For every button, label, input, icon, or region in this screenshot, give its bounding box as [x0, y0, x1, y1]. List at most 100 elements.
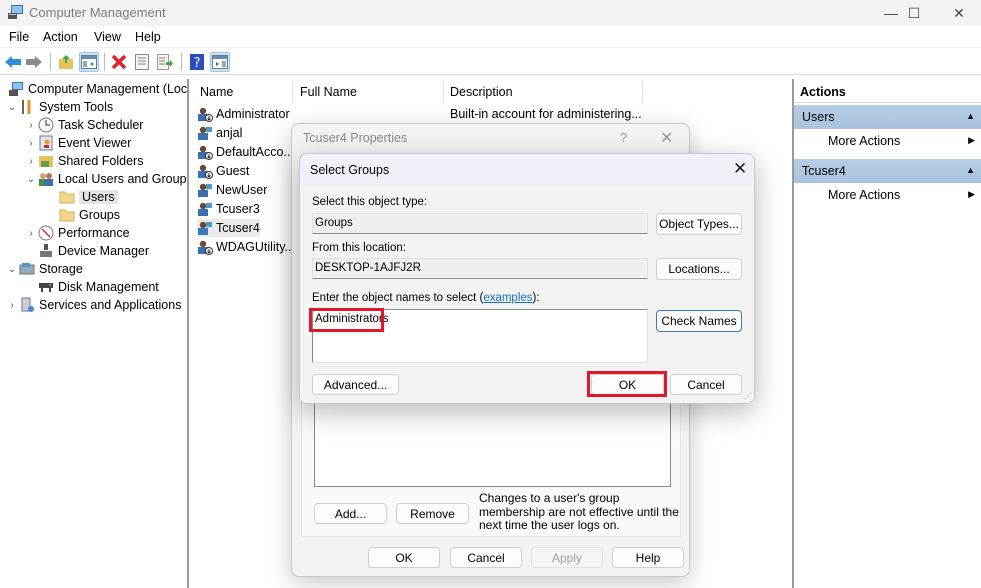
computer-management-icon — [9, 82, 23, 96]
computer-management-icon — [8, 5, 23, 19]
tree-item-device-manager[interactable]: Device Manager — [38, 242, 149, 260]
up-one-level-button[interactable] — [56, 52, 76, 72]
menu-action[interactable]: Action — [43, 30, 78, 44]
export-list-button[interactable] — [155, 52, 175, 72]
chevron-right-icon[interactable]: › — [5, 300, 19, 311]
column-divider[interactable] — [642, 81, 643, 103]
tree-item-storage[interactable]: ⌄ Storage — [5, 260, 83, 278]
advanced-button[interactable]: Advanced... — [312, 374, 399, 395]
cancel-button[interactable]: Cancel — [450, 547, 522, 568]
menu-file[interactable]: File — [9, 30, 29, 44]
tree-item-shared-folders[interactable]: › Shared Folders — [24, 152, 143, 170]
table-row[interactable]: DefaultAcco... — [197, 143, 294, 161]
task-scheduler-icon — [38, 117, 54, 133]
show-hide-console-tree-button[interactable] — [79, 52, 99, 72]
tree-item-task-scheduler[interactable]: › Task Scheduler — [24, 116, 143, 134]
show-hide-action-pane-button[interactable] — [210, 52, 230, 72]
tree-item-disk-management[interactable]: Disk Management — [38, 278, 159, 296]
forward-arrow-icon — [26, 56, 42, 68]
forward-button[interactable] — [24, 52, 44, 72]
column-header-name[interactable]: Name — [200, 85, 233, 99]
help-button[interactable]: Help — [612, 547, 684, 568]
apply-button[interactable]: Apply — [531, 547, 603, 568]
delete-button[interactable] — [109, 52, 129, 72]
tree-item-groups[interactable]: Groups — [59, 206, 120, 224]
help-button[interactable]: ? — [187, 52, 207, 72]
membership-note: Changes to a user's group membership are… — [479, 491, 679, 532]
tree-item-computer-management[interactable]: Computer Management (Local — [8, 80, 187, 98]
cancel-button[interactable]: Cancel — [670, 374, 742, 395]
performance-icon — [38, 225, 54, 241]
disk-management-icon — [39, 283, 53, 292]
close-button[interactable]: ✕ — [936, 0, 981, 26]
column-divider[interactable] — [443, 81, 444, 103]
maximize-button[interactable]: ☐ — [891, 0, 937, 26]
ok-button[interactable]: OK — [368, 547, 440, 568]
table-row[interactable]: anjal — [197, 124, 242, 142]
close-icon[interactable]: ✕ — [733, 159, 747, 179]
user-name: WDAGUtility... — [216, 240, 295, 254]
tree-item-services-applications[interactable]: › Services and Applications — [5, 296, 181, 314]
chevron-right-icon[interactable]: › — [24, 138, 38, 149]
folder-icon — [59, 191, 75, 204]
chevron-down-icon[interactable]: ⌄ — [24, 174, 38, 185]
table-row[interactable]: Guest — [197, 162, 249, 180]
member-of-list[interactable] — [314, 394, 671, 487]
add-button[interactable]: Add... — [314, 503, 387, 524]
highlight-box — [587, 371, 667, 397]
chevron-right-icon[interactable]: › — [24, 120, 38, 131]
actions-group-users[interactable]: Users ▲ — [794, 105, 981, 129]
check-names-button[interactable]: Check Names — [656, 310, 742, 332]
device-manager-icon — [40, 244, 52, 257]
maximize-icon: ☐ — [907, 4, 921, 21]
column-header-full-name[interactable]: Full Name — [300, 85, 357, 99]
action-more-actions-tcuser4[interactable]: More Actions ▶ — [794, 183, 981, 207]
properties-button[interactable] — [132, 52, 152, 72]
action-more-actions-users[interactable]: More Actions ▶ — [794, 129, 981, 153]
chevron-down-icon[interactable]: ⌄ — [5, 264, 19, 275]
tree-label: Performance — [58, 226, 130, 240]
tree-label: Groups — [79, 208, 120, 222]
toolbar-separator — [104, 53, 105, 71]
actions-group-title: Users — [802, 110, 835, 124]
tree-item-users[interactable]: Users — [59, 188, 118, 206]
table-row[interactable]: Tcuser4 — [197, 219, 260, 237]
collapse-up-icon[interactable]: ▲ — [966, 111, 975, 121]
menu-view[interactable]: View — [94, 30, 121, 44]
collapse-up-icon[interactable]: ▲ — [966, 165, 975, 175]
console-tree: Computer Management (Local ⌄ System Tool… — [0, 79, 189, 588]
local-users-groups-icon — [39, 173, 53, 186]
back-arrow-icon — [5, 56, 21, 68]
examples-link[interactable]: examples — [483, 292, 532, 304]
object-types-button[interactable]: Object Types... — [656, 213, 742, 235]
table-row[interactable]: NewUser — [197, 181, 267, 199]
object-names-label: Enter the object names to select (exampl… — [312, 292, 540, 304]
user-icon — [198, 183, 212, 197]
resize-grip-icon[interactable]: ⋰ — [744, 392, 752, 401]
user-name: anjal — [216, 126, 243, 140]
column-divider[interactable] — [292, 81, 293, 103]
remove-button[interactable]: Remove — [396, 503, 469, 524]
up-folder-icon — [59, 55, 73, 69]
back-button[interactable] — [3, 52, 23, 72]
table-row[interactable]: Tcuser3 — [197, 200, 260, 218]
close-icon[interactable]: ✕ — [660, 128, 673, 148]
column-header-description[interactable]: Description — [450, 85, 513, 99]
chevron-right-icon[interactable]: › — [24, 156, 38, 167]
show-hide-tree-icon — [81, 55, 97, 69]
menu-help[interactable]: Help — [135, 30, 161, 44]
help-icon[interactable]: ? — [620, 130, 627, 145]
actions-group-tcuser4[interactable]: Tcuser4 ▲ — [794, 159, 981, 183]
tree-item-system-tools[interactable]: ⌄ System Tools — [5, 98, 113, 116]
object-type-field: Groups — [312, 213, 648, 234]
toolbar: ? — [0, 49, 981, 75]
table-row[interactable]: Administrator Built-in account for admini… — [197, 105, 642, 123]
chevron-right-icon[interactable]: › — [24, 228, 38, 239]
user-name: Tcuser3 — [216, 202, 260, 216]
tree-item-local-users-groups[interactable]: ⌄ Local Users and Groups — [24, 170, 187, 188]
tree-item-event-viewer[interactable]: › Event Viewer — [24, 134, 131, 152]
tree-item-performance[interactable]: › Performance — [24, 224, 130, 242]
chevron-down-icon[interactable]: ⌄ — [5, 102, 19, 113]
table-row[interactable]: WDAGUtility... — [197, 238, 295, 256]
locations-button[interactable]: Locations... — [656, 258, 742, 280]
